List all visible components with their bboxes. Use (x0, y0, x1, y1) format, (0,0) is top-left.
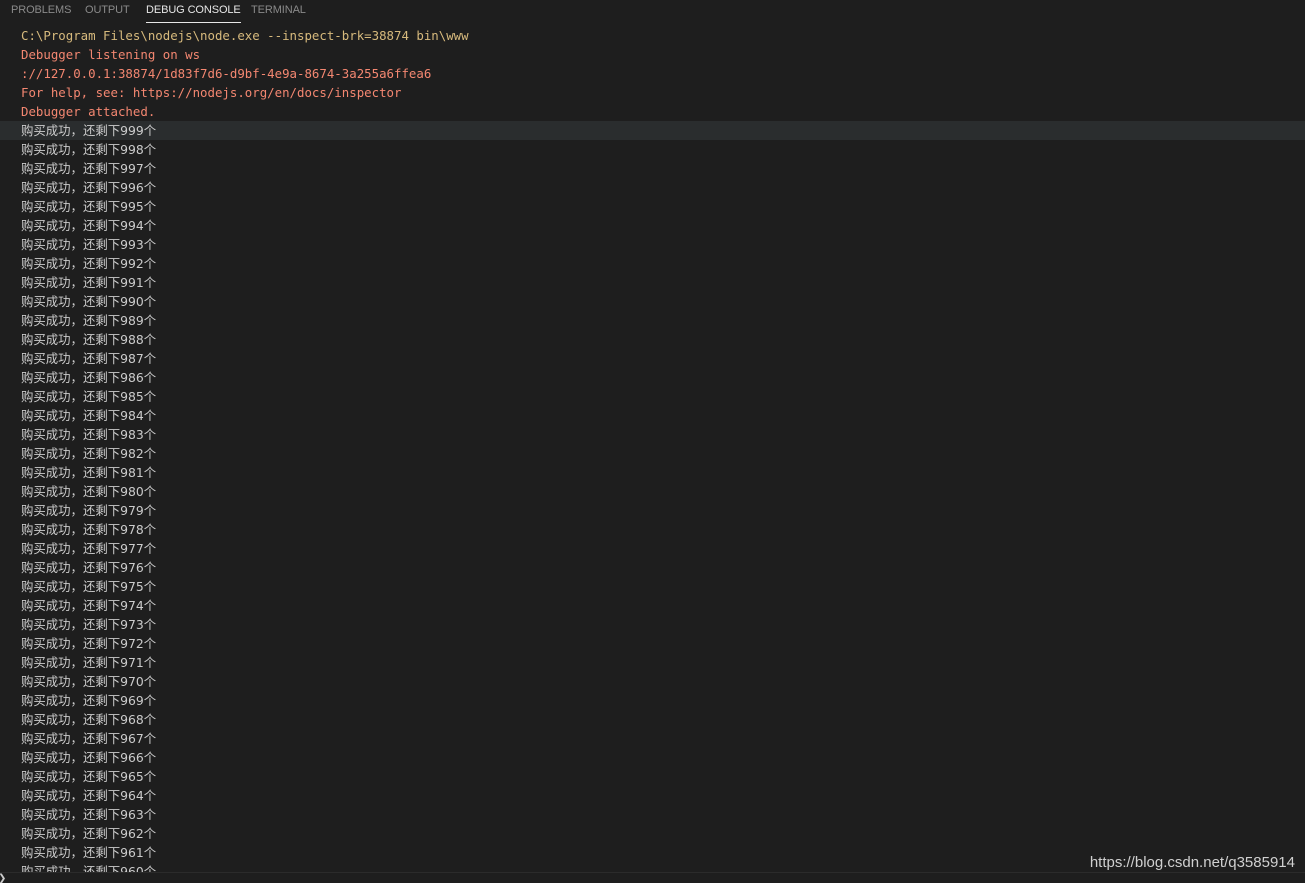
console-output-line: 购买成功，还剩下989个 (21, 313, 157, 328)
console-output-line: 购买成功，还剩下969个 (21, 693, 157, 708)
console-output-line: 购买成功，还剩下984个 (21, 408, 157, 423)
console-output-line: 购买成功，还剩下997个 (21, 161, 157, 176)
console-output-line: 购买成功，还剩下985个 (21, 389, 157, 404)
chevron-right-icon: ❯ (0, 874, 6, 883)
console-output-line: 购买成功，还剩下991个 (21, 275, 157, 290)
tab-problems[interactable]: PROBLEMS (11, 0, 71, 24)
console-debugger-message: Debugger listening on ws (21, 47, 201, 62)
console-output-line: 购买成功，还剩下972个 (21, 636, 157, 651)
console-output-line: 购买成功，还剩下996个 (21, 180, 157, 195)
console-output-line: 购买成功，还剩下964个 (21, 788, 157, 803)
console-output-line: 购买成功，还剩下963个 (21, 807, 157, 822)
panel-tab-bar: PROBLEMS OUTPUT DEBUG CONSOLE TERMINAL (0, 0, 1305, 24)
tab-debug-console[interactable]: DEBUG CONSOLE (146, 0, 241, 24)
console-output-line: 购买成功，还剩下993个 (21, 237, 157, 252)
console-output-line: 购买成功，还剩下978个 (21, 522, 157, 537)
console-output-line: 购买成功，还剩下968个 (21, 712, 157, 727)
console-output-line: 购买成功，还剩下973个 (21, 617, 157, 632)
console-output-line: 购买成功，还剩下976个 (21, 560, 157, 575)
console-output-line: 购买成功，还剩下992个 (21, 256, 157, 271)
console-input-row[interactable]: ❯ (0, 872, 1305, 883)
console-output-line: 购买成功，还剩下980个 (21, 484, 157, 499)
console-debugger-message: Debugger attached. (21, 104, 156, 119)
console-output-line: 购买成功，还剩下982个 (21, 446, 157, 461)
console-output-line: 购买成功，还剩下994个 (21, 218, 157, 233)
console-output-line: 购买成功，还剩下977个 (21, 541, 157, 556)
console-output-line: 购买成功，还剩下967个 (21, 731, 157, 746)
console-debugger-message: ://127.0.0.1:38874/1d83f7d6-d9bf-4e9a-86… (21, 66, 432, 81)
console-output-line: 购买成功，还剩下998个 (21, 142, 157, 157)
console-output-line: 购买成功，还剩下999个 (21, 123, 157, 138)
console-command-line: C:\Program Files\nodejs\node.exe --inspe… (21, 28, 469, 43)
console-output-line: 购买成功，还剩下974个 (21, 598, 157, 613)
console-output-line: 购买成功，还剩下962个 (21, 826, 157, 841)
debug-panel: PROBLEMS OUTPUT DEBUG CONSOLE TERMINAL C… (0, 0, 1305, 883)
watermark: https://blog.csdn.net/q3585914 (1089, 854, 1295, 871)
console-output-line: 购买成功，还剩下987个 (21, 351, 157, 366)
console-output-line: 购买成功，还剩下970个 (21, 674, 157, 689)
console-output-line: 购买成功，还剩下965个 (21, 769, 157, 784)
console-output-line: 购买成功，还剩下986个 (21, 370, 157, 385)
debug-console-output[interactable]: C:\Program Files\nodejs\node.exe --inspe… (0, 26, 1305, 872)
console-output-line: 购买成功，还剩下981个 (21, 465, 157, 480)
console-output-line: 购买成功，还剩下971个 (21, 655, 157, 670)
console-output-line: 购买成功，还剩下988个 (21, 332, 157, 347)
tab-output[interactable]: OUTPUT (85, 0, 130, 24)
console-debugger-message: For help, see: https://nodejs.org/en/doc… (21, 85, 402, 100)
console-output-line: 购买成功，还剩下990个 (21, 294, 157, 309)
console-output-line: 购买成功，还剩下961个 (21, 845, 157, 860)
focused-line-highlight (0, 121, 1305, 140)
console-output-line: 购买成功，还剩下975个 (21, 579, 157, 594)
tab-terminal[interactable]: TERMINAL (251, 0, 306, 24)
console-output-line: 购买成功，还剩下960个 (21, 864, 157, 872)
console-output-line: 购买成功，还剩下983个 (21, 427, 157, 442)
console-output-line: 购买成功，还剩下979个 (21, 503, 157, 518)
console-output-line: 购买成功，还剩下966个 (21, 750, 157, 765)
console-output-line: 购买成功，还剩下995个 (21, 199, 157, 214)
